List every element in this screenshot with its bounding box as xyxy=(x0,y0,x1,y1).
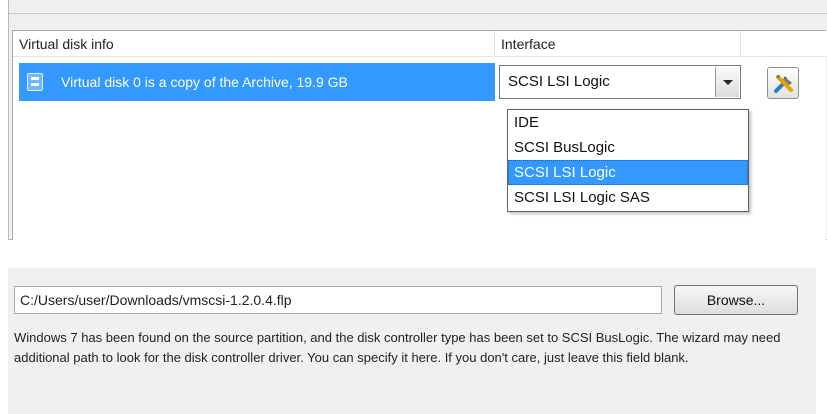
column-header-info[interactable]: Virtual disk info xyxy=(13,31,495,57)
dropdown-option-scsi-buslogic[interactable]: SCSI BusLogic xyxy=(508,135,748,160)
virtual-disk-list[interactable]: Virtual disk info Interface Virtual disk… xyxy=(12,30,827,240)
column-header-empty xyxy=(741,31,827,57)
virtual-disk-icon xyxy=(27,73,43,91)
driver-path-input[interactable] xyxy=(14,286,662,314)
chevron-down-icon xyxy=(723,80,733,85)
dropdown-option-ide[interactable]: IDE xyxy=(508,110,748,135)
interface-combobox[interactable]: SCSI LSI Logic xyxy=(499,65,741,99)
driver-path-panel: Browse... Windows 7 has been found on th… xyxy=(8,268,816,414)
disk-row-label: Virtual disk 0 is a copy of the Archive,… xyxy=(61,74,348,90)
tools-icon xyxy=(774,75,793,93)
interface-dropdown-list[interactable]: IDE SCSI BusLogic SCSI LSI Logic SCSI LS… xyxy=(507,109,749,212)
column-header-interface[interactable]: Interface xyxy=(495,31,741,57)
disk-settings-button[interactable] xyxy=(767,67,799,99)
dropdown-option-scsi-lsi-logic[interactable]: SCSI LSI Logic xyxy=(508,160,748,185)
dropdown-option-scsi-lsi-logic-sas[interactable]: SCSI LSI Logic SAS xyxy=(508,185,748,210)
driver-info-text: Windows 7 has been found on the source p… xyxy=(14,330,781,365)
browse-button[interactable]: Browse... xyxy=(674,285,798,315)
interface-combobox-value: SCSI LSI Logic xyxy=(508,73,610,90)
combobox-dropdown-button[interactable] xyxy=(715,67,739,97)
panel-top-strip xyxy=(9,0,827,14)
disk-row-0[interactable]: Virtual disk 0 is a copy of the Archive,… xyxy=(19,63,495,101)
